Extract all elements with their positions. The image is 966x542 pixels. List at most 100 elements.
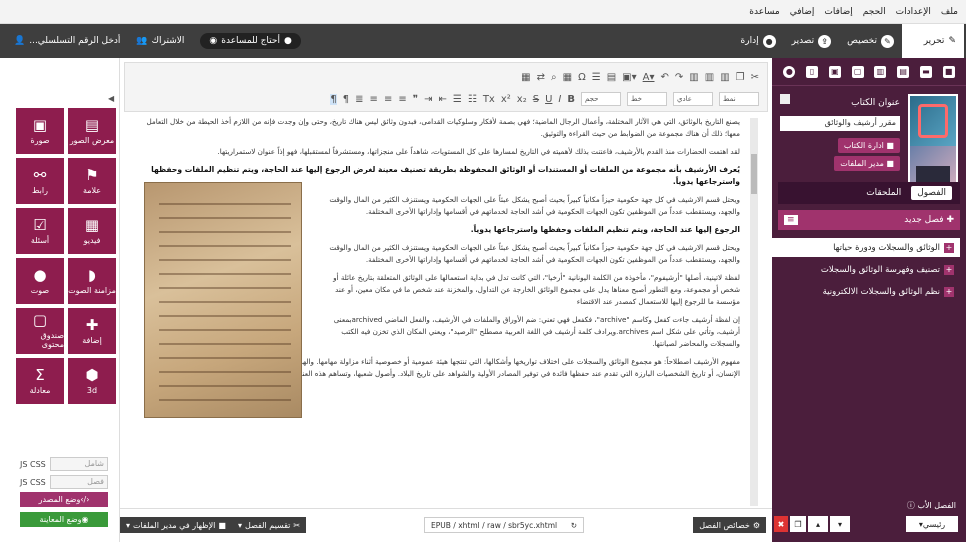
insert-link-button[interactable]: ⚯ رابط: [16, 158, 64, 204]
table-icon[interactable]: ▦: [563, 72, 572, 83]
strike-icon[interactable]: S: [533, 94, 539, 105]
insert-audio-button[interactable]: ● صوت: [16, 258, 64, 304]
book-title-input[interactable]: مقرر أرشيف والوثائق: [780, 116, 900, 131]
print-icon[interactable]: ▥: [874, 65, 887, 78]
font-select[interactable]: خط: [627, 92, 667, 106]
cut-icon[interactable]: ✂: [751, 72, 759, 83]
audio-sync-button[interactable]: ◗ مزامنة الصوت: [68, 258, 116, 304]
insert-anchor-button[interactable]: ⚑ علامة: [68, 158, 116, 204]
collapse-arrow-icon[interactable]: ◀: [108, 94, 114, 103]
hide-icon[interactable]: ■: [942, 65, 955, 78]
delete-icon[interactable]: ✖: [774, 516, 788, 532]
menu-extra[interactable]: إضافي: [790, 7, 815, 17]
show-in-file-manager-button[interactable]: ■ الإظهار في مدير الملفات ▾: [120, 517, 232, 533]
insert-widget-button[interactable]: ✚ إضافة: [68, 308, 116, 354]
menu-help[interactable]: مساعدة: [749, 7, 779, 17]
chapter-item[interactable]: + تصنيف وفهرسة الوثائق والسجلات: [770, 260, 960, 279]
bg-color-icon[interactable]: ▣▾: [622, 72, 636, 83]
tab-customize[interactable]: ✎ تخصيص: [839, 24, 902, 58]
insert-video-button[interactable]: ▦ فيديو: [68, 208, 116, 254]
bulleted-list-icon[interactable]: ☰: [453, 94, 462, 105]
parent-select[interactable]: رئيسي ▾: [906, 516, 958, 532]
hr-icon[interactable]: ☰: [592, 72, 601, 83]
align-left-icon[interactable]: ≡: [398, 94, 406, 105]
save-icon[interactable]: ▤: [897, 65, 910, 78]
split-chapter-button[interactable]: ✂ تقسيم الفصل ▾: [232, 517, 307, 533]
file-icon[interactable]: ▢: [851, 65, 864, 78]
manuscript-image[interactable]: [144, 182, 302, 418]
subscription-button[interactable]: الاشتراك 👥: [128, 24, 192, 58]
chapter-item[interactable]: + الوثائق والسجلات ودورة حياتها: [770, 238, 960, 257]
align-center-icon[interactable]: ≡: [384, 94, 392, 105]
italic-icon[interactable]: I: [558, 94, 561, 105]
text-color-icon[interactable]: A▾: [643, 72, 655, 83]
menu-extensions[interactable]: إضافات: [824, 7, 852, 17]
expand-icon[interactable]: +: [944, 242, 954, 253]
insert-equation-button[interactable]: Σ معادلة: [16, 358, 64, 404]
refresh-icon[interactable]: ↻: [571, 521, 577, 530]
undo-icon[interactable]: ↶: [661, 72, 669, 83]
insert-gallery-button[interactable]: ▤ معرض الصور: [68, 108, 116, 154]
book-cover[interactable]: [908, 94, 958, 194]
help-button[interactable]: ● أحتاج للمساعدة ◉: [192, 24, 308, 58]
new-chapter-button[interactable]: ✚ فصل جديد ≡: [778, 210, 960, 230]
tab-attachments[interactable]: الملحقات: [866, 188, 901, 198]
tab-export[interactable]: ⇪ تصدير: [784, 24, 840, 58]
menu-icon[interactable]: ≡: [784, 215, 798, 225]
align-right-icon[interactable]: ≡: [370, 94, 378, 105]
serial-button[interactable]: أدخل الرقم التسلسلي... 👤: [6, 24, 128, 58]
rtl-icon[interactable]: ¶: [343, 94, 349, 105]
chapter-style-field[interactable]: فصل: [49, 475, 108, 489]
insert-image-button[interactable]: ▣ صورة: [16, 108, 64, 154]
paste-text-icon[interactable]: ▥: [705, 72, 714, 83]
insert-quiz-button[interactable]: ☑ أسئلة: [16, 208, 64, 254]
source-icon[interactable]: ▦: [521, 72, 530, 83]
superscript-icon[interactable]: x²: [501, 94, 511, 105]
menu-file[interactable]: ملف: [941, 7, 958, 17]
document-content[interactable]: يصنع التاريخ بالوثائق، التي هي الآثار ال…: [140, 116, 740, 508]
page-icon[interactable]: ▯: [806, 65, 819, 78]
replace-icon[interactable]: ⇄: [537, 72, 545, 83]
justify-icon[interactable]: ≣: [355, 94, 363, 105]
subscript-icon[interactable]: x₂: [517, 94, 527, 105]
style-select[interactable]: نمط: [719, 92, 759, 106]
paste-word-icon[interactable]: ▥: [720, 72, 729, 83]
circle-icon[interactable]: ●: [783, 65, 796, 78]
content-box-button[interactable]: ▢ صندوق محتوى: [16, 308, 64, 354]
doc-icon[interactable]: ▣: [828, 65, 841, 78]
paste-icon[interactable]: ▥: [689, 72, 698, 83]
move-down-button[interactable]: ▾: [830, 516, 850, 532]
manage-book-button[interactable]: ■ ادارة الكتاب: [837, 138, 900, 153]
redo-icon[interactable]: ↷: [675, 72, 683, 83]
bold-icon[interactable]: B: [567, 94, 575, 105]
grid-icon[interactable]: ▤: [607, 72, 616, 83]
blockquote-icon[interactable]: ❞: [413, 94, 418, 105]
expand-icon[interactable]: +: [944, 264, 954, 275]
size-select[interactable]: حجم: [581, 92, 621, 106]
file-manager-button[interactable]: ■ مدير الملفات: [834, 156, 900, 171]
copy-icon[interactable]: ❐: [736, 72, 745, 83]
insert-3d-button[interactable]: ⬢ 3d: [68, 358, 116, 404]
format-select[interactable]: عادي: [673, 92, 713, 106]
editor-scrollbar[interactable]: [750, 118, 758, 506]
tab-manage[interactable]: ● إدارة: [733, 24, 784, 58]
find-icon[interactable]: ⌕: [551, 72, 557, 83]
chapter-item[interactable]: + نظم الوثائق والسجلات الالكترونية: [770, 282, 960, 301]
scrollbar-thumb[interactable]: [751, 154, 757, 194]
edit-cover-icon[interactable]: [780, 94, 790, 104]
move-up-button[interactable]: ▴: [808, 516, 828, 532]
outdent-icon[interactable]: ⇤: [439, 94, 447, 105]
source-mode-button[interactable]: ‹/› وضع المصدر: [20, 492, 108, 507]
indent-icon[interactable]: ⇥: [424, 94, 432, 105]
global-style-field[interactable]: شامل: [49, 457, 108, 471]
preview-mode-button[interactable]: ◉ وضع المعاينة: [20, 512, 108, 527]
folder-icon[interactable]: ▬: [919, 65, 932, 78]
menu-size[interactable]: الحجم: [863, 7, 886, 17]
underline-icon[interactable]: U: [545, 94, 552, 105]
menu-settings[interactable]: الإعدادات: [896, 7, 931, 17]
css-js-label[interactable]: JS CSS: [20, 460, 46, 469]
tab-edit[interactable]: ✎ تحرير: [902, 24, 964, 58]
css-js-label[interactable]: JS CSS: [20, 478, 46, 487]
expand-icon[interactable]: +: [944, 286, 954, 297]
chapter-properties-button[interactable]: ⚙ خصائص الفصل: [693, 517, 766, 533]
